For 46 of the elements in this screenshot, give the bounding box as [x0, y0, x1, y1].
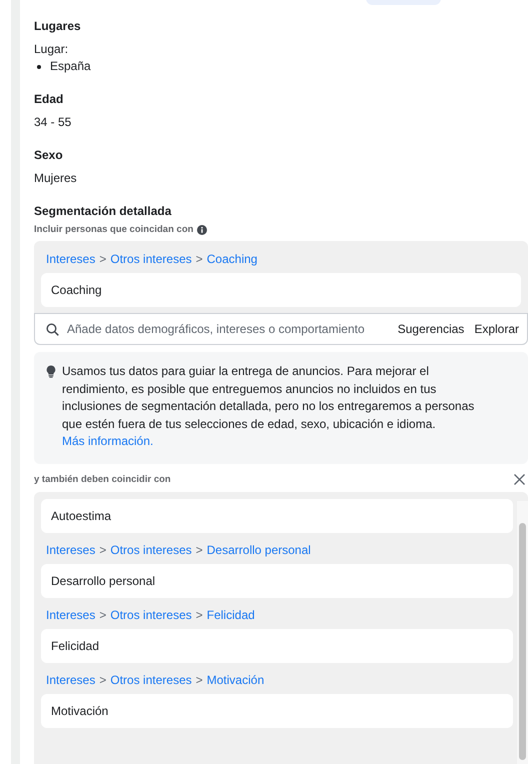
search-icon: [46, 322, 59, 336]
location-value: España: [50, 58, 91, 75]
section-heading: Segmentación detallada: [34, 204, 172, 218]
search-action[interactable]: Explorar: [472, 322, 521, 336]
breadcrumb-link[interactable]: Felicidad: [206, 608, 255, 622]
breadcrumb-separator: >: [196, 542, 203, 556]
section-heading: Edad: [34, 92, 64, 106]
info-icon[interactable]: [197, 224, 208, 234]
breadcrumb-separator: >: [196, 608, 203, 622]
breadcrumb-separator: >: [99, 542, 106, 556]
field-label: Lugar:: [34, 41, 70, 58]
breadcrumb-link[interactable]: Motivación: [206, 672, 264, 686]
breadcrumb-link[interactable]: Otros intereses: [110, 542, 192, 556]
close-icon[interactable]: [514, 474, 525, 484]
breadcrumb-separator: >: [99, 608, 106, 622]
breadcrumb-link[interactable]: Intereses: [46, 252, 96, 266]
bullet-icon: [37, 65, 41, 69]
search-action[interactable]: Sugerencias: [396, 322, 466, 336]
search-field[interactable]: Añade datos demográficos, intereses o comportamiento Sugerencias Explorar: [34, 313, 528, 345]
breadcrumb-separator: >: [196, 672, 203, 686]
selected-interest: Desarrollo personal: [41, 564, 513, 598]
narrow-label: y también deben coincidir con: [34, 474, 171, 484]
breadcrumb-separator: >: [99, 252, 106, 266]
lightbulb-icon: [46, 365, 56, 378]
section-heading: Lugares: [34, 19, 82, 33]
field-value: 34 - 55: [34, 114, 72, 131]
breadcrumb-separator: >: [99, 672, 106, 686]
breadcrumb-link[interactable]: Intereses: [46, 542, 96, 556]
breadcrumb-link[interactable]: Otros intereses: [110, 672, 192, 686]
scrollbar-thumb[interactable]: [519, 522, 526, 760]
breadcrumb-link[interactable]: Otros intereses: [110, 252, 192, 266]
include-label: Incluir personas que coincidan con: [34, 224, 194, 235]
breadcrumb-link[interactable]: Intereses: [46, 608, 96, 622]
selected-interest: Autoestima: [41, 498, 513, 532]
notice-text: Usamos tus datos para guiar la entrega de anuncios. Para mejorar el rendimiento, es posible que entreguemos anuncios no incluidos en tus inclusiones de segmentación detallada, pero no los entregaremos a personas que estén fuera de tus selecciones de edad, sexo, ubicación e idioma. Más información.: [62, 363, 476, 450]
breadcrumb-separator: >: [196, 252, 203, 266]
breadcrumb-link[interactable]: Intereses: [46, 672, 96, 686]
breadcrumb-link[interactable]: Desarrollo personal: [206, 542, 311, 556]
breadcrumb-link[interactable]: Coaching: [206, 252, 258, 266]
breadcrumb-link[interactable]: Otros intereses: [110, 608, 192, 622]
selected-interest: Motivación: [41, 694, 513, 728]
selected-interest: Coaching: [41, 273, 521, 307]
more-info-link[interactable]: Más información.: [62, 434, 154, 448]
section-heading: Sexo: [34, 148, 64, 162]
selected-interest: Felicidad: [41, 628, 513, 662]
field-value: Mujeres: [34, 170, 78, 187]
